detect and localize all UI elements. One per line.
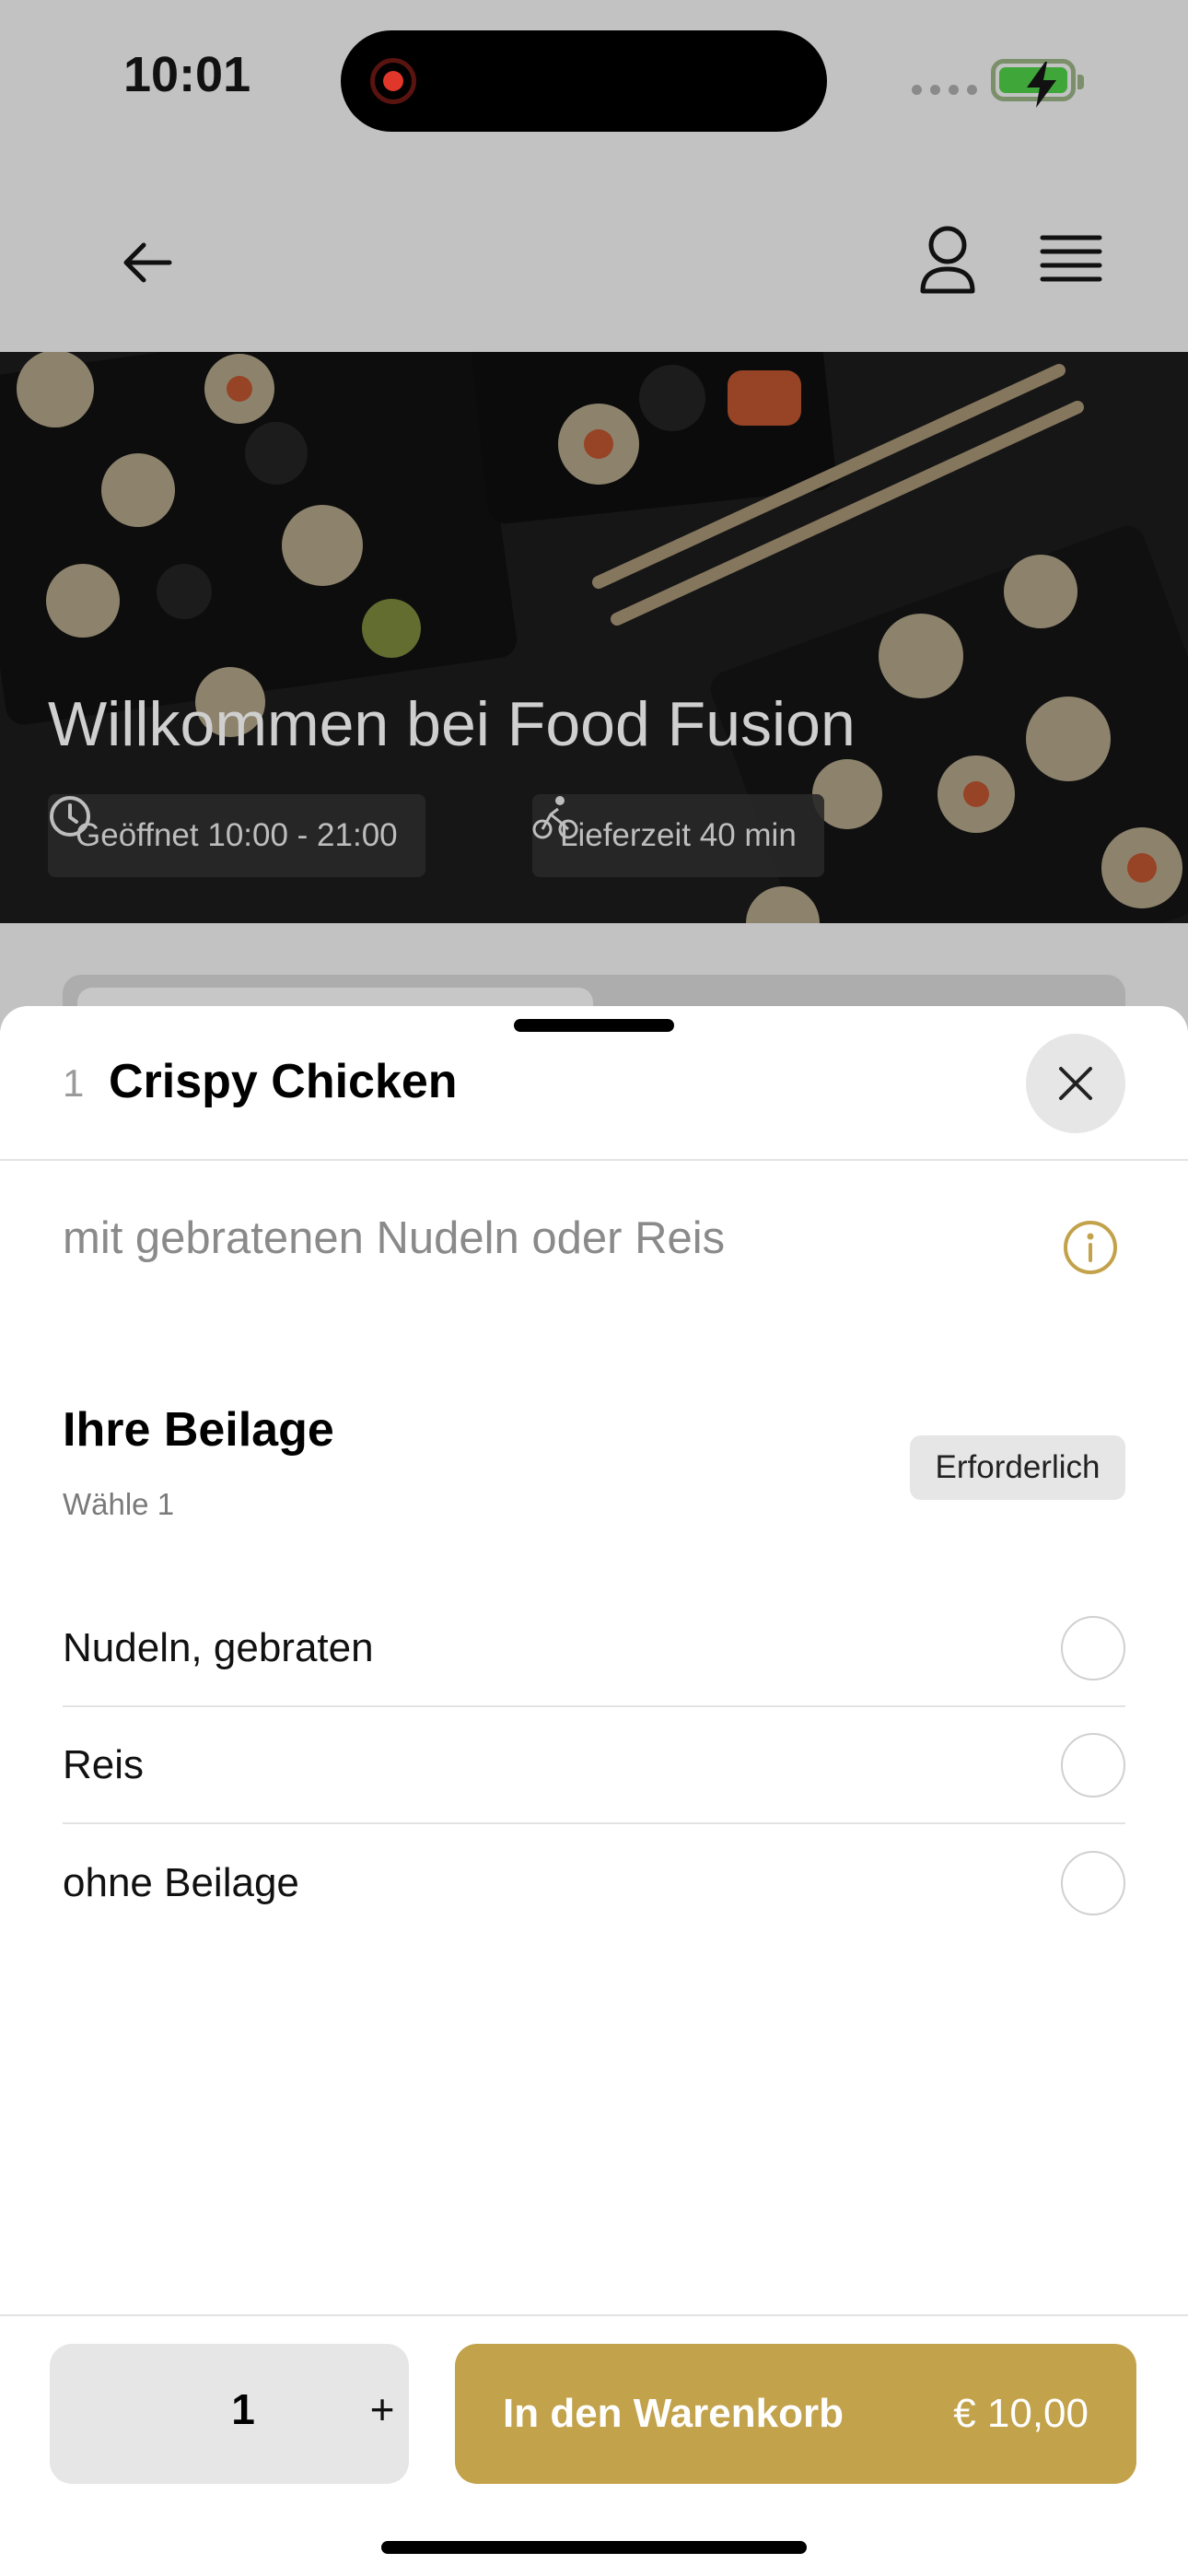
dynamic-island — [341, 30, 827, 132]
opening-hours-chip: Geöffnet 10:00 - 21:00 — [48, 794, 425, 877]
status-time: 10:01 — [123, 47, 251, 102]
option-label: Reis — [63, 1741, 145, 1787]
close-button[interactable] — [1026, 1034, 1125, 1133]
required-badge: Erforderlich — [910, 1435, 1125, 1500]
hero-title: Willkommen bei Food Fusion — [48, 689, 856, 759]
item-title: Crispy Chicken — [109, 1055, 458, 1108]
delivery-time-chip: Lieferzeit 40 min — [532, 794, 824, 877]
menu-button[interactable] — [1039, 228, 1103, 293]
option-row[interactable]: Reis — [63, 1707, 1125, 1824]
signal-icon — [912, 85, 977, 95]
hero-banner: Willkommen bei Food Fusion Geöffnet 10:0… — [0, 352, 1188, 923]
option-radio[interactable] — [1061, 1850, 1125, 1915]
back-arrow-icon — [123, 242, 172, 283]
info-button[interactable] — [1061, 1218, 1120, 1277]
delivery-time-text: Lieferzeit 40 min — [560, 817, 797, 853]
option-group-subtitle: Wähle 1 — [63, 1487, 175, 1521]
product-options-sheet: 1 Crispy Chicken mit gebratenen Nudeln o… — [0, 1006, 1188, 2576]
sheet-footer: 1 + In den Warenkorb € 10,00 — [0, 2314, 1188, 2576]
option-row[interactable]: Nudeln, gebraten — [63, 1590, 1125, 1707]
option-label: ohne Beilage — [63, 1859, 299, 1905]
side-dish-options: Nudeln, gebraten Reis ohne Beilage — [63, 1590, 1125, 1941]
battery-icon — [991, 59, 1084, 108]
top-nav-bar — [0, 166, 1188, 352]
item-quantity: 1 — [63, 1061, 85, 1105]
quantity-plus-button[interactable]: + — [359, 2384, 405, 2440]
option-row[interactable]: ohne Beilage — [63, 1824, 1125, 1941]
home-indicator — [381, 2541, 807, 2554]
info-icon — [1064, 1221, 1117, 1274]
option-radio[interactable] — [1061, 1615, 1125, 1680]
opening-hours-text: Geöffnet 10:00 - 21:00 — [76, 817, 398, 853]
profile-icon — [920, 226, 975, 294]
quantity-stepper: 1 + — [50, 2344, 409, 2484]
recording-indicator-icon — [370, 58, 416, 104]
add-to-cart-button[interactable]: In den Warenkorb € 10,00 — [455, 2344, 1136, 2484]
item-description: mit gebratenen Nudeln oder Reis — [63, 1213, 726, 1263]
option-group-title: Ihre Beilage — [63, 1403, 334, 1457]
bicycle-icon — [532, 796, 578, 839]
option-label: Nudeln, gebraten — [63, 1624, 374, 1670]
quantity-value: 1 — [231, 2385, 255, 2433]
profile-button[interactable] — [915, 223, 980, 297]
clock-icon — [50, 796, 90, 837]
option-radio[interactable] — [1061, 1732, 1125, 1797]
status-bar: 10:01 — [0, 0, 1188, 166]
back-button[interactable] — [116, 230, 181, 295]
menu-icon — [1040, 235, 1102, 282]
add-to-cart-label: In den Warenkorb — [503, 2391, 844, 2436]
sheet-header: 1 Crispy Chicken — [0, 1006, 1188, 1161]
add-to-cart-price: € 10,00 — [953, 2391, 1089, 2436]
close-icon — [1059, 1067, 1092, 1100]
